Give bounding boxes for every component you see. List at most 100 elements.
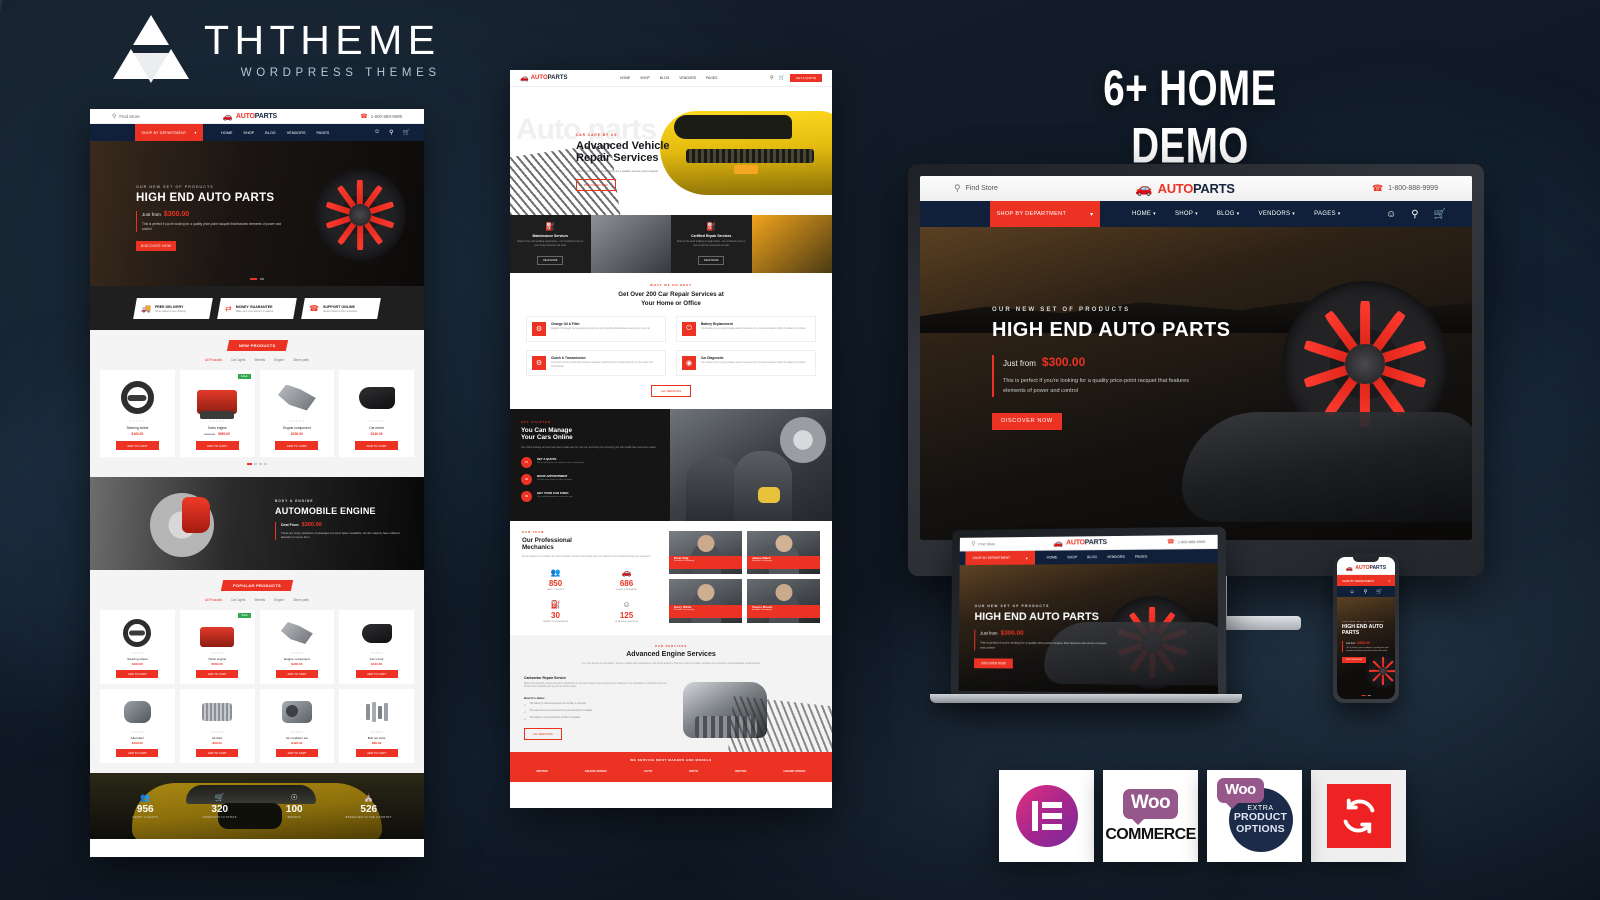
nav-link-shop[interactable]: SHOP [243, 131, 254, 135]
product-card[interactable]: ★★★★★ Steering wheel $160.00 ADD TO CART [100, 370, 175, 457]
user-icon[interactable]: ☺ [374, 129, 380, 136]
search-icon[interactable]: ⚲ [1411, 209, 1418, 220]
product-name[interactable]: Turbo engine [184, 426, 251, 430]
feature-card[interactable]: 🚚 FREE DELIVERY Home delivery free shipp… [133, 297, 213, 319]
nav-link-home[interactable]: HOME [620, 76, 630, 80]
product-card[interactable]: SALE ★★★★★ Turbo engine $700.00 $560.00 … [179, 370, 255, 457]
product-name[interactable]: Steering wheel [104, 426, 171, 430]
nav-link-pages[interactable]: PAGES ▾ [1314, 211, 1341, 217]
nav-link-blog[interactable]: BLOG [660, 76, 669, 80]
team-card[interactable]: James Black Founder of company [747, 531, 820, 575]
add-to-cart-button[interactable]: ADD TO CART [196, 670, 239, 678]
add-to-cart-button[interactable]: ADD TO CART [275, 749, 318, 757]
add-to-cart-button[interactable]: ADD TO CART [275, 670, 318, 678]
find-store-label[interactable]: Find Store [978, 542, 995, 546]
product-name[interactable]: Alternator [104, 736, 171, 740]
nav-link-pages[interactable]: PAGES [706, 76, 717, 80]
product-card[interactable]: SALE ★★★★★ Turbo engine $560.00 ADD TO C… [179, 610, 255, 684]
nav-link-home[interactable]: HOME [221, 131, 232, 135]
nav-link-shop[interactable]: SHOP ▾ [1175, 211, 1198, 217]
feature-card[interactable]: ☎ SUPPORT ONLINE Always failed to your q… [301, 297, 381, 319]
team-card[interactable]: Peter Kilg Founder of company [669, 531, 742, 575]
nav-link-home[interactable]: HOME ▾ [1132, 211, 1156, 217]
user-icon[interactable]: ☺ [1386, 209, 1396, 220]
search-icon[interactable]: ⚲ [1364, 589, 1368, 595]
product-card[interactable]: ★★★★★ Car mirror $140.00 ADD TO CART [339, 370, 414, 457]
product-card[interactable]: ★★★★★ Air condition set $420.00 ADD TO C… [259, 689, 335, 763]
phone-shop-by-department-button[interactable]: SHOP BY DEPARTMENT ▾ [1337, 575, 1395, 586]
service-item[interactable]: ◉ Car Diagnostic Your battery is an ener… [676, 350, 816, 376]
product-name[interactable]: Engine component [264, 426, 331, 430]
service-tile-cta[interactable]: READ MORE [537, 256, 564, 266]
monitor-hero-cta-button[interactable]: DISCOVER NOW [992, 412, 1062, 430]
product-name[interactable]: Car mirror [343, 657, 410, 661]
nav-link-pages[interactable]: PAGES [317, 131, 330, 135]
add-to-cart-button[interactable]: ADD TO CART [116, 749, 159, 757]
product-name[interactable]: Car mirror [343, 426, 410, 430]
tab-car-lights[interactable]: Car Lights [231, 358, 246, 362]
nav-link-vendors[interactable]: VENDORS [287, 131, 306, 135]
cart-icon[interactable]: 🛒 [779, 75, 785, 81]
carousel-dots[interactable] [100, 463, 414, 465]
nav-link-blog[interactable]: BLOG [265, 131, 276, 135]
nav-link-home[interactable]: HOME [1047, 555, 1058, 559]
product-card[interactable]: ★★★★★ Alternator $190.00 ADD TO CART [100, 689, 175, 763]
service-item[interactable]: ⏻ Battery Replacement Your battery is an… [676, 316, 816, 342]
add-to-cart-button[interactable]: ADD TO CART [115, 441, 159, 450]
service-hero-cta-button[interactable]: DISCOVER NOW [576, 179, 616, 192]
product-card[interactable]: ★★★★★ Car mirror $140.00 ADD TO CART [339, 610, 414, 684]
team-card[interactable]: Harry White Founder of company [669, 579, 742, 623]
nav-link-vendors[interactable]: VENDORS ▾ [1259, 211, 1296, 217]
product-card[interactable]: ★★★★★ Engine component $230.00 ADD TO CA… [259, 370, 335, 457]
product-card[interactable]: ★★★★★ Engine component $230.00 ADD TO CA… [259, 610, 335, 684]
laptop-hero-cta-button[interactable]: DISCOVER NOW [974, 658, 1013, 669]
shop-by-department-button[interactable]: SHOP BY DEPARTMENT ▾ [135, 124, 203, 141]
add-to-cart-button[interactable]: ADD TO CART [355, 441, 399, 450]
tab-other-parts[interactable]: Other parts [293, 358, 309, 362]
phone-number[interactable]: 1-800-888-9999 [1178, 540, 1206, 544]
shop-by-department-button[interactable]: SHOP BY DEPARTMENT ▾ [990, 201, 1100, 227]
nav-link-blog[interactable]: BLOG [1087, 555, 1097, 559]
phone-number[interactable]: 1-800-888-9999 [371, 114, 402, 119]
tab-car-lights[interactable]: Car Lights [231, 598, 246, 602]
phone-carousel-dots[interactable] [1361, 694, 1371, 696]
product-name[interactable]: Steering wheel [104, 657, 171, 661]
add-to-cart-button[interactable]: ADD TO CART [195, 441, 239, 450]
service-tile[interactable]: ⛽ Maintenance Services Read on the most … [510, 215, 591, 274]
service-tile[interactable]: ⛽ Certified Repair Services Read on the … [671, 215, 752, 274]
find-store-label[interactable]: Find Store [119, 114, 139, 119]
tab-other-parts[interactable]: Other parts [293, 598, 309, 602]
tab-engine[interactable]: Engine [274, 358, 284, 362]
product-name[interactable]: Engine component [264, 657, 331, 661]
cart-icon[interactable]: 🛒 [1434, 209, 1446, 220]
product-card[interactable]: ★★★★★ Air filter $60.00 ADD TO CART [179, 689, 255, 763]
nav-link-pages[interactable]: PAGES [1135, 555, 1147, 559]
nav-link-vendors[interactable]: VENDORS [679, 76, 696, 80]
nav-link-blog[interactable]: BLOG ▾ [1217, 211, 1240, 217]
product-name[interactable]: Bolt set tools [343, 736, 410, 740]
all-services-button[interactable]: ALL SERVICES [650, 385, 692, 397]
feature-card[interactable]: ⇄ MONEY GUARANTEE Make sure your deliver… [217, 297, 297, 319]
tab-all-products[interactable]: All Products [205, 358, 222, 362]
cart-icon[interactable]: 🛒 [1376, 589, 1382, 595]
product-name[interactable]: Turbo engine [184, 657, 251, 661]
nav-link-vendors[interactable]: VENDORS [1107, 555, 1125, 559]
service-item[interactable]: ⚙ Clutch & Transmission The Clutch set i… [526, 350, 666, 376]
cart-icon[interactable]: 🛒 [403, 129, 410, 136]
nav-link-shop[interactable]: SHOP [640, 76, 650, 80]
tab-wheels[interactable]: Wheels [255, 358, 266, 362]
engine-services-cta-button[interactable]: ALL SERVICES [524, 728, 562, 741]
add-to-cart-button[interactable]: ADD TO CART [355, 749, 398, 757]
add-to-cart-button[interactable]: ADD TO CART [196, 749, 239, 757]
product-name[interactable]: Air filter [184, 736, 251, 740]
nav-link-shop[interactable]: SHOP [1067, 555, 1077, 559]
product-name[interactable]: Air condition set [264, 736, 331, 740]
tab-wheels[interactable]: Wheels [255, 598, 266, 602]
service-item[interactable]: ⚙ Change Oil & Filter Regular oil change… [526, 316, 666, 342]
search-icon[interactable]: ⚲ [389, 129, 393, 136]
product-card[interactable]: ★★★★★ Steering wheel $160.00 ADD TO CART [100, 610, 175, 684]
shop-by-department-button[interactable]: SHOP BY DEPARTMENT ▾ [965, 550, 1036, 566]
add-to-cart-button[interactable]: ADD TO CART [275, 441, 319, 450]
team-card[interactable]: Tomos Brown Founder of company [747, 579, 820, 623]
phone-hero-cta-button[interactable]: DISCOVER NOW [1342, 657, 1366, 664]
